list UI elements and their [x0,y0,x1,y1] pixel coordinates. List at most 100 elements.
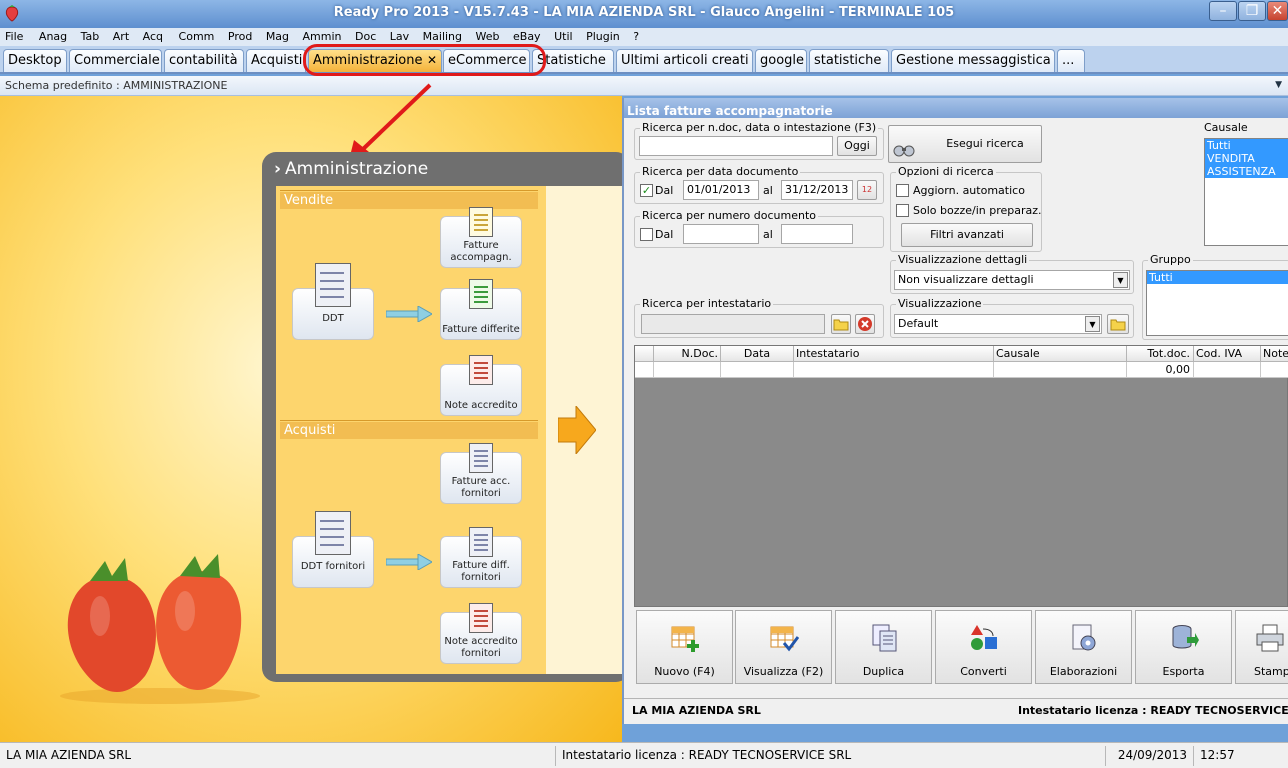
esegui-ricerca-button[interactable]: Esegui ricerca [888,125,1042,163]
duplicate-icon [872,624,896,652]
numero-from-input[interactable] [683,224,759,244]
tab-contabilita[interactable]: contabilità [164,49,244,72]
menu-util[interactable]: Util [554,28,572,46]
causale-listbox[interactable]: Tutti VENDITA ASSISTENZA [1204,138,1288,246]
documents-grid[interactable]: N.Doc. Data Intestatario Causale Tot.doc… [634,345,1288,607]
menu-plugin[interactable]: Plugin [586,28,620,46]
causale-item[interactable]: Tutti [1205,139,1288,152]
grid-header[interactable] [635,346,654,362]
grid-header[interactable]: Causale [994,346,1127,362]
data-to-input[interactable]: 31/12/2013 [781,180,853,200]
folder-icon[interactable] [831,314,851,334]
table-row[interactable] [721,362,794,378]
grid-header[interactable]: Data [721,346,794,362]
group-ricerca-ndoc: Ricerca per n.doc, data o intestazione (… [634,121,884,160]
status-license: Intestatario licenza : READY TECNOSERVIC… [556,746,1106,766]
causale-item[interactable]: ASSISTENZA [1205,165,1288,178]
folder-icon[interactable] [1107,314,1129,334]
oggi-button[interactable]: Oggi [837,136,877,156]
solo-bozze-checkbox[interactable] [896,204,909,217]
elaborazioni-button[interactable]: Elaborazioni [1035,610,1132,684]
tab-acquisti[interactable]: Acquisti [246,49,306,72]
nuovo-button[interactable]: Nuovo (F4) [636,610,733,684]
view-grid-icon [770,626,799,652]
section-vendite: Vendite [280,192,538,209]
note-accredito-fornitori-button[interactable]: Note accredito fornitori [440,603,522,664]
tab-gestione-messaggistica[interactable]: Gestione messaggistica [891,49,1055,72]
document-yellow-icon [469,207,493,237]
note-accredito-button[interactable]: Note accredito [440,355,522,416]
menu-file[interactable]: File [5,28,23,46]
tab-ultimi-articoli[interactable]: Ultimi articoli creati [616,49,753,72]
causale-item[interactable]: VENDITA [1205,152,1288,165]
stampa-button[interactable]: Stampa [1235,610,1288,684]
tot-doc-cell[interactable]: 0,00 [1127,362,1194,378]
section-acquisti: Acquisti [280,422,538,439]
minimize-button[interactable]: – [1209,1,1237,21]
fatture-differite-button[interactable]: Fatture differite [440,279,522,340]
data-from-input[interactable]: 01/01/2013 [683,180,759,200]
grid-header[interactable]: Tot.doc. [1127,346,1194,362]
numero-to-input[interactable] [781,224,853,244]
export-database-icon [1172,625,1199,649]
filtri-avanzati-button[interactable]: Filtri avanzati [901,223,1033,247]
table-row[interactable] [654,362,721,378]
ddt-fornitori-button[interactable]: DDT fornitori [292,511,374,588]
visualizzazione-select[interactable]: Default ▼ [894,314,1102,334]
status-bar: LA MIA AZIENDA SRL Intestatario licenza … [0,742,1288,768]
group-ricerca-intestatario: Ricerca per intestatario [634,297,884,338]
ricerca-ndoc-input[interactable] [639,136,833,156]
aggiorn-automatico-checkbox[interactable] [896,184,909,197]
table-row[interactable] [1194,362,1261,378]
fatture-diff-fornitori-button[interactable]: Fatture diff. fornitori [440,527,522,588]
grid-header[interactable]: Cod. IVA [1194,346,1261,362]
clear-icon[interactable] [855,314,875,334]
table-row[interactable] [635,362,654,378]
group-gruppo: Gruppo Tutti [1142,253,1288,340]
menu-tab[interactable]: Tab [81,28,100,46]
menu-prod[interactable]: Prod [228,28,252,46]
schema-dropdown-icon[interactable]: ▼ [1275,80,1282,90]
tab-google[interactable]: google [755,49,807,72]
status-date: 24/09/2013 [1106,746,1194,766]
menu-mag[interactable]: Mag [266,28,289,46]
close-button[interactable]: ✕ [1267,1,1288,21]
tab-desktop[interactable]: Desktop [3,49,67,72]
gruppo-item[interactable]: Tutti [1147,271,1288,284]
gruppo-listbox[interactable]: Tutti [1146,270,1288,336]
menu-comm[interactable]: Comm [179,28,215,46]
chevron-down-icon[interactable]: ▼ [1085,316,1100,332]
ddt-button[interactable]: DDT [292,263,374,340]
dal-data-checkbox[interactable]: ✓ [640,184,653,197]
new-grid-icon [671,626,699,652]
fatture-accompagnatorie-button[interactable]: Fatture accompagn. [440,207,522,268]
fatture-acc-fornitori-button[interactable]: Fatture acc. fornitori [440,443,522,504]
dal-numero-checkbox[interactable] [640,228,653,241]
table-row[interactable] [794,362,994,378]
menu-art[interactable]: Art [113,28,129,46]
schema-bar: Schema predefinito : AMMINISTRAZIONE ▼ [0,76,1288,96]
table-row[interactable] [1261,362,1288,378]
amministrazione-title: Amministrazione [285,159,429,179]
chevron-down-icon[interactable]: ▼ [1113,272,1128,288]
grid-header[interactable]: Note [1261,346,1288,362]
duplica-button[interactable]: Duplica [835,610,932,684]
grid-header[interactable]: N.Doc. [654,346,721,362]
group-opzioni-ricerca: Opzioni di ricerca Aggiorn. automatico S… [890,165,1042,252]
menu-acq[interactable]: Acq [143,28,163,46]
visualizza-button[interactable]: Visualizza (F2) [735,610,832,684]
tab-statistiche-2[interactable]: statistiche [809,49,889,72]
intestatario-input[interactable] [641,314,825,334]
visualizzazione-dettagli-select[interactable]: Non visualizzare dettagli ▼ [894,270,1130,290]
esporta-button[interactable]: Esporta [1135,610,1232,684]
menu-bar: File Anag Tab Art Acq Comm Prod Mag Ammi… [0,28,1288,46]
calendar-icon[interactable]: 12 [857,180,877,200]
tab-commerciale[interactable]: Commerciale [69,49,162,72]
menu-anag[interactable]: Anag [39,28,67,46]
table-row[interactable] [994,362,1127,378]
grid-header[interactable]: Intestatario [794,346,994,362]
converti-button[interactable]: Converti [935,610,1032,684]
menu-help[interactable]: ? [633,28,639,46]
tab-more[interactable]: ... [1057,49,1085,72]
restore-button[interactable]: ❐ [1238,1,1266,21]
